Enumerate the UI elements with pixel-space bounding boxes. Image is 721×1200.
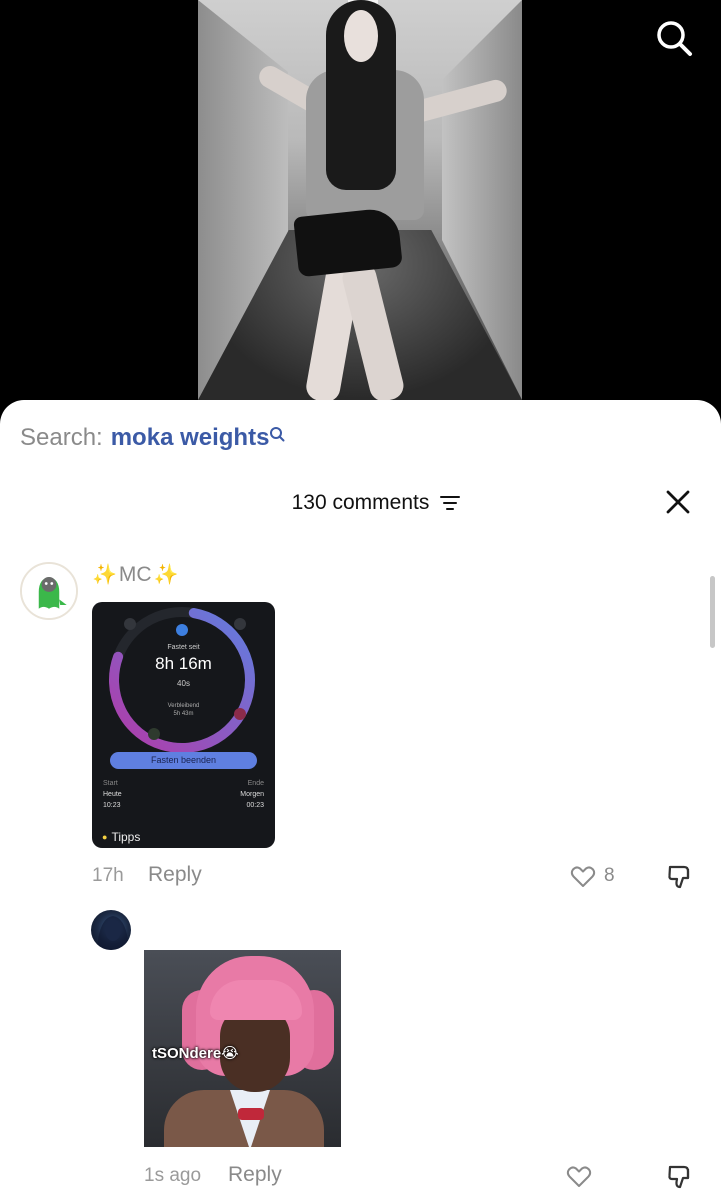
dislike-icon[interactable] xyxy=(666,863,694,891)
search-query-icon xyxy=(270,427,285,442)
meme-bangs xyxy=(210,980,302,1020)
remaining-label: Verbleibend xyxy=(167,703,200,709)
video-frame[interactable] xyxy=(198,0,522,400)
scrollbar[interactable] xyxy=(710,576,715,648)
comment-meta: 1s ago Reply xyxy=(144,1163,712,1191)
close-icon[interactable] xyxy=(664,488,692,516)
reply-button[interactable]: Reply xyxy=(228,1163,282,1187)
person-face xyxy=(344,10,378,62)
search-icon[interactable] xyxy=(652,16,696,60)
comment-username[interactable]: ✨ MC ✨ xyxy=(92,562,178,587)
dislike-icon[interactable] xyxy=(666,1163,694,1191)
sort-icon[interactable] xyxy=(440,494,460,512)
start-block: Start Heute 10:23 xyxy=(103,778,122,811)
meme-caption: tSONdere😭 xyxy=(152,1045,239,1062)
meme-bow xyxy=(238,1108,264,1120)
comment-image-meme[interactable]: tSONdere😭 xyxy=(144,950,341,1147)
comment-meta: 17h Reply 8 xyxy=(92,863,712,891)
like-count: 8 xyxy=(604,865,615,886)
remaining-value: 5h 43m xyxy=(173,711,194,717)
search-prefix: Search: xyxy=(20,424,103,451)
sparkle-emoji: ✨ xyxy=(153,564,179,586)
end-time: 00:23 xyxy=(246,802,264,809)
video-player[interactable] xyxy=(0,0,721,420)
comment-time: 17h xyxy=(92,865,124,886)
heart-icon[interactable] xyxy=(566,1165,592,1189)
comments-count: 130 comments xyxy=(291,491,430,514)
end-block: Ende Morgen 00:23 xyxy=(240,778,264,811)
fasted-elapsed: 8h 16m xyxy=(155,654,212,673)
tips-row: ● Tipps xyxy=(102,830,140,844)
end-fasting-button: Fasten beenden xyxy=(110,752,257,769)
reply-button[interactable]: Reply xyxy=(148,863,202,887)
comments-sheet: Search: moka weights 130 comments ✨ MC ✨… xyxy=(0,400,721,1200)
end-day: Morgen xyxy=(240,791,264,798)
start-label: Start xyxy=(103,780,118,787)
comment-image-fasting-app[interactable]: Fastet seit 8h 16m 40s Verbleibend 5h 43… xyxy=(92,602,275,848)
end-label: Ende xyxy=(247,780,264,787)
lightbulb-icon: ● xyxy=(102,832,108,842)
start-day: Heute xyxy=(103,791,122,798)
remaining-block: Verbleibend 5h 43m xyxy=(92,702,275,718)
avatar[interactable] xyxy=(91,910,131,950)
comment-time: 1s ago xyxy=(144,1165,202,1186)
comments-header: 130 comments xyxy=(0,486,721,520)
search-query-link[interactable]: moka weights xyxy=(111,424,270,452)
fasted-seconds: 40s xyxy=(177,679,190,688)
tips-label: Tipps xyxy=(111,830,141,844)
sparkle-emoji: ✨ xyxy=(92,564,117,586)
dinosaur-avatar-icon xyxy=(22,564,76,618)
avatar[interactable] xyxy=(20,562,78,620)
search-suggestion[interactable]: Search: moka weights xyxy=(20,424,285,452)
heart-icon[interactable] xyxy=(570,865,596,889)
avatar-image-icon xyxy=(97,916,129,950)
username-text: MC xyxy=(118,562,152,586)
fasted-since-label: Fastet seit xyxy=(167,644,200,651)
start-time: 10:23 xyxy=(103,802,121,809)
person-skirt xyxy=(293,206,403,278)
